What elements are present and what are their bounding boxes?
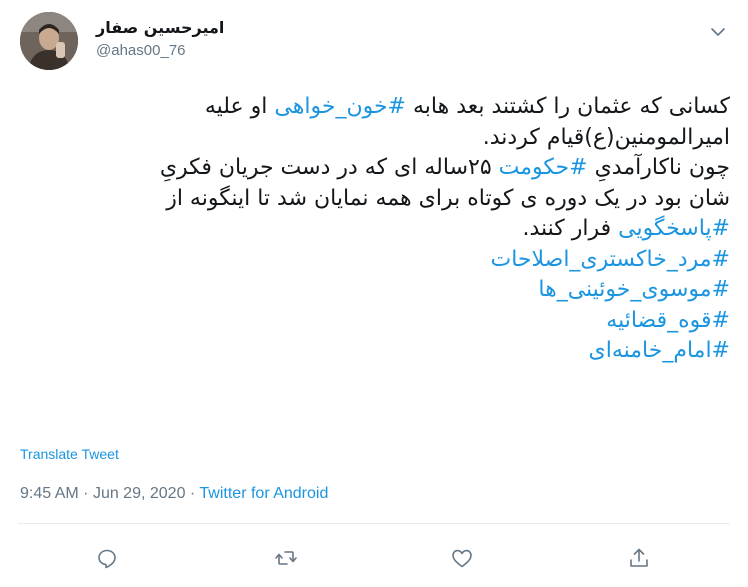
tweet-text-line: #امام_خامنه‌ای xyxy=(18,336,730,367)
tweet-text-segment: امیرالمومنین(ع)قیام کردند. xyxy=(482,124,730,150)
reply-button[interactable] xyxy=(89,540,125,576)
user-handle[interactable]: @ahas00_76 xyxy=(96,40,224,62)
avatar[interactable] xyxy=(20,12,78,70)
retweet-button[interactable] xyxy=(268,540,304,576)
share-icon xyxy=(630,548,648,567)
more-options-button[interactable] xyxy=(706,20,730,44)
hashtag-link[interactable]: #خون_خواهی xyxy=(274,94,406,119)
action-bar xyxy=(0,540,748,576)
tweet-text-line: #موسوی_خوئینی_ها xyxy=(18,275,730,306)
tweet-text-segment: چون ناکارآمدیِ xyxy=(587,155,730,180)
avatar-image xyxy=(20,12,78,70)
tweet-text-line: #پاسخگویی فرار کنند. xyxy=(18,214,730,245)
tweet-text-segment: فرار کنند. xyxy=(522,216,619,241)
tweet-text-segment: شان بود در یک دوره ی کوتاه برای همه نمای… xyxy=(166,185,730,211)
tweet-text-line: #مرد_خاکستری_اصلاحات xyxy=(18,245,731,276)
reply-icon xyxy=(98,549,116,569)
tweet-date[interactable]: Jun 29, 2020 xyxy=(93,485,186,502)
author-block: امیرحسین صفار @ahas00_76 xyxy=(96,18,224,62)
tweet-text-line: چون ناکارآمدیِ #حکومت ۲۵ساله ای که در دس… xyxy=(18,153,730,184)
tweet-text-line: امیرالمومنین(ع)قیام کردند. xyxy=(18,123,730,154)
tweet-text-segment: او علیه xyxy=(204,94,275,119)
meta-separator: · xyxy=(83,485,89,502)
tweet-text-segment: ۲۵ساله ای که در دست جریان فکریِ xyxy=(159,155,499,180)
like-button[interactable] xyxy=(444,540,480,576)
translate-tweet-link[interactable]: Translate Tweet xyxy=(20,446,119,462)
display-name[interactable]: امیرحسین صفار xyxy=(96,18,224,38)
tweet-text-line: کسانی که عثمان را کشتند بعد هابه #خون_خو… xyxy=(18,92,730,123)
hashtag-link[interactable]: #مرد_خاکستری_اصلاحات xyxy=(491,247,731,272)
heart-icon xyxy=(452,549,472,568)
tweet-text-line: شان بود در یک دوره ی کوتاه برای همه نمای… xyxy=(18,184,730,215)
retweet-icon xyxy=(275,551,297,565)
share-button[interactable] xyxy=(621,540,657,576)
hashtag-link[interactable]: #امام_خامنه‌ای xyxy=(588,338,730,363)
chevron-down-icon xyxy=(711,28,725,36)
tweet-card: امیرحسین صفار @ahas00_76 کسانی که عثمان … xyxy=(0,0,748,587)
tweet-time[interactable]: 9:45 AM xyxy=(20,485,79,502)
tweet-source-link[interactable]: Twitter for Android xyxy=(199,485,328,502)
tweet-metadata: 9:45 AM · Jun 29, 2020 · Twitter for And… xyxy=(20,485,328,503)
tweet-text-segment: کسانی که عثمان را کشتند بعد هابه xyxy=(406,94,730,119)
tweet-text-line: #قوه_قضائیه xyxy=(18,306,730,337)
meta-separator: · xyxy=(189,485,196,502)
hashtag-link[interactable]: #حکومت xyxy=(499,155,588,180)
tweet-text: کسانی که عثمان را کشتند بعد هابه #خون_خو… xyxy=(18,92,730,367)
hashtag-link[interactable]: #موسوی_خوئینی_ها xyxy=(538,277,730,302)
hashtag-link[interactable]: #پاسخگویی xyxy=(618,216,730,241)
divider xyxy=(18,523,730,524)
hashtag-link[interactable]: #قوه_قضائیه xyxy=(606,308,730,333)
